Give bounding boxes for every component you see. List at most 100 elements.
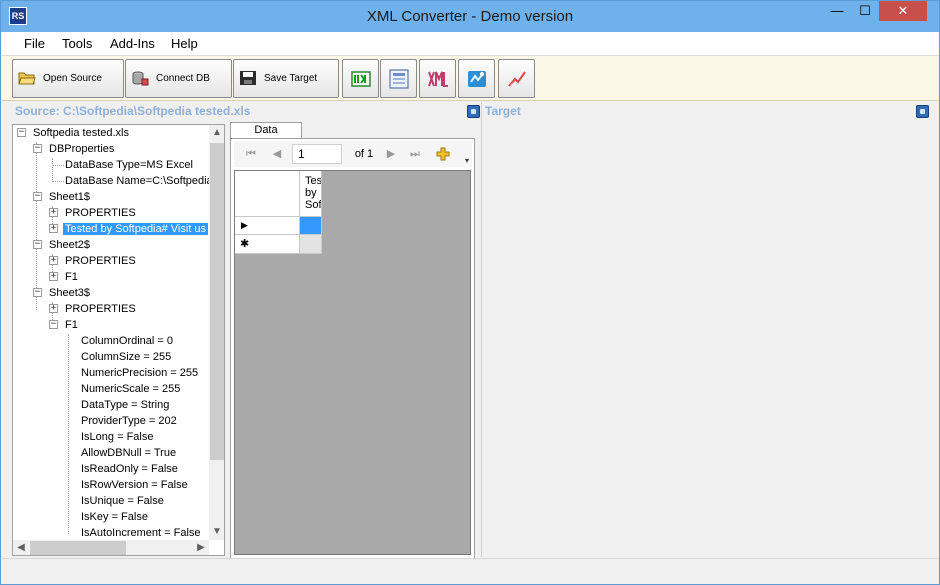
tree-leaf[interactable]: IsUnique = False: [81, 493, 164, 509]
source-tree[interactable]: − Softpedia tested.xls − DBProperties Da…: [12, 124, 225, 556]
new-row-icon[interactable]: ✱: [235, 235, 300, 254]
column-header[interactable]: Tested by Softpedia: [300, 171, 322, 217]
tree-leaf-label: IsAutoIncrement = False: [81, 527, 201, 539]
tree-node-label: DBProperties: [49, 143, 115, 155]
tree-leaf-label: ProviderType = 202: [81, 415, 177, 427]
folder-open-icon: [18, 72, 36, 85]
tree-node-sheet2-properties[interactable]: + PROPERTIES: [49, 253, 136, 269]
tree-node-sheet1-tested[interactable]: + Tested by Softpedia# Visit us: [49, 221, 209, 237]
tree-node-root[interactable]: − Softpedia tested.xls: [17, 125, 129, 141]
tree-node-label: PROPERTIES: [65, 255, 136, 267]
scroll-up-icon[interactable]: ▲: [209, 125, 224, 141]
tree-node-sheet3[interactable]: − Sheet3$: [33, 285, 90, 301]
data-grid[interactable]: Tested by Softpedia ▶ ✱: [234, 170, 471, 555]
tree-leaf[interactable]: AllowDBNull = True: [81, 445, 176, 461]
menu-tools[interactable]: Tools: [58, 32, 96, 56]
tree-leaf[interactable]: IsKey = False: [81, 509, 148, 525]
tree-node-dbproperties[interactable]: − DBProperties: [33, 141, 114, 157]
source-pane-title: Source: C:\Softpedia\Softpedia tested.xl…: [15, 104, 251, 118]
move-first-icon[interactable]: ⏮: [244, 146, 258, 162]
tree-leaf-label: ColumnSize = 255: [81, 351, 172, 363]
add-new-icon[interactable]: [436, 147, 450, 161]
tree-leaf[interactable]: ProviderType = 202: [81, 413, 177, 429]
tree-node-label-selected: Tested by Softpedia# Visit us: [63, 223, 209, 235]
minimize-button[interactable]: —: [823, 1, 851, 21]
scroll-thumb[interactable]: [30, 541, 126, 555]
expand-icon[interactable]: +: [49, 304, 58, 313]
move-last-icon[interactable]: ⏭: [408, 146, 422, 162]
menu-help[interactable]: Help: [167, 32, 202, 56]
position-input[interactable]: 1: [292, 144, 342, 164]
tree-leaf[interactable]: IsAutoIncrement = False: [81, 525, 201, 541]
save-icon: [240, 71, 256, 85]
scroll-thumb[interactable]: [210, 143, 224, 460]
save-target-button[interactable]: Save Target: [233, 59, 339, 98]
tree-leaf[interactable]: NumericPrecision = 255: [81, 365, 198, 381]
scroll-left-icon[interactable]: ◀: [13, 540, 29, 555]
tree-node-db-type[interactable]: DataBase Type=MS Excel: [65, 157, 193, 173]
expand-icon[interactable]: +: [49, 256, 58, 265]
tree-leaf[interactable]: NumericScale = 255: [81, 381, 180, 397]
tree-leaf-label: IsReadOnly = False: [81, 463, 178, 475]
tree-guide-line: [52, 181, 64, 182]
connect-db-button[interactable]: Connect DB: [125, 59, 232, 98]
database-connect-icon: [132, 71, 149, 86]
tree-leaf[interactable]: DataType = String: [81, 397, 169, 413]
menu-add-ins[interactable]: Add-Ins: [106, 32, 159, 56]
overflow-icon[interactable]: ▾: [462, 153, 472, 169]
tree-leaf[interactable]: ColumnSize = 255: [81, 349, 171, 365]
tree-node-sheet2-f1[interactable]: + F1: [49, 269, 78, 285]
tree-node-sheet1-properties[interactable]: + PROPERTIES: [49, 205, 136, 221]
grid-cell-new[interactable]: [300, 235, 322, 254]
tree-leaf-label: DataType = String: [81, 399, 170, 411]
window-title: XML Converter - Demo version: [366, 8, 574, 25]
expand-icon[interactable]: +: [49, 272, 58, 281]
tree-leaf[interactable]: ColumnOrdinal = 0: [81, 333, 173, 349]
form-button[interactable]: [380, 59, 417, 98]
move-previous-icon[interactable]: ◀: [270, 146, 284, 162]
tree-node-sheet1[interactable]: − Sheet1$: [33, 189, 90, 205]
tree-node-label: Sheet3$: [49, 287, 90, 299]
tab-data[interactable]: Data: [230, 122, 302, 138]
collapse-icon[interactable]: −: [33, 288, 42, 297]
tree-guide-line: [52, 158, 53, 182]
expand-icon[interactable]: +: [49, 224, 58, 233]
xml-button[interactable]: [419, 59, 456, 98]
map-button[interactable]: [458, 59, 495, 98]
title-bar: RS XML Converter - Demo version — ☐ ✕: [1, 1, 939, 32]
scroll-down-icon[interactable]: ▼: [209, 524, 224, 540]
maximize-button[interactable]: ☐: [851, 1, 879, 21]
tree-leaf-label: IsLong = False: [81, 431, 154, 443]
collapse-icon[interactable]: −: [33, 144, 42, 153]
row-indicator-icon[interactable]: ▶: [235, 217, 300, 235]
tree-node-sheet3-f1[interactable]: − F1: [49, 317, 78, 333]
tree-node-sheet3-properties[interactable]: + PROPERTIES: [49, 301, 136, 317]
tree-vertical-scrollbar[interactable]: ▲ ▼: [209, 125, 224, 540]
expand-icon[interactable]: +: [49, 208, 58, 217]
tree-node-db-name[interactable]: DataBase Name=C:\Softpedia: [65, 173, 213, 189]
chart-button[interactable]: [498, 59, 535, 98]
tree-leaf[interactable]: IsRowVersion = False: [81, 477, 188, 493]
chart-icon: [508, 71, 526, 87]
move-next-icon[interactable]: ▶: [384, 146, 398, 162]
app-window: RS XML Converter - Demo version — ☐ ✕ Fi…: [0, 0, 940, 585]
open-source-button[interactable]: Open Source: [12, 59, 124, 98]
collapse-icon[interactable]: −: [49, 320, 58, 329]
tree-leaf[interactable]: IsLong = False: [81, 429, 153, 445]
tree-leaf[interactable]: IsReadOnly = False: [81, 461, 178, 477]
tree-node-label: DataBase Type=MS Excel: [65, 159, 193, 171]
tree-node-sheet2[interactable]: − Sheet2$: [33, 237, 90, 253]
collapse-icon[interactable]: −: [33, 240, 42, 249]
source-pane-toggle-button[interactable]: [467, 105, 480, 118]
tree-leaf-label: NumericPrecision = 255: [81, 367, 199, 379]
grid-cell-selected[interactable]: [300, 217, 322, 235]
tree-leaf-label: ColumnOrdinal = 0: [81, 335, 174, 347]
convert-button[interactable]: [342, 59, 379, 98]
collapse-icon[interactable]: −: [33, 192, 42, 201]
menu-file[interactable]: File: [20, 32, 49, 56]
scroll-right-icon[interactable]: ▶: [193, 540, 209, 555]
collapse-icon[interactable]: −: [17, 128, 26, 137]
open-source-label: Open Source: [43, 73, 102, 84]
tree-horizontal-scrollbar[interactable]: ◀ ▶: [13, 540, 209, 555]
close-button[interactable]: ✕: [879, 1, 927, 21]
